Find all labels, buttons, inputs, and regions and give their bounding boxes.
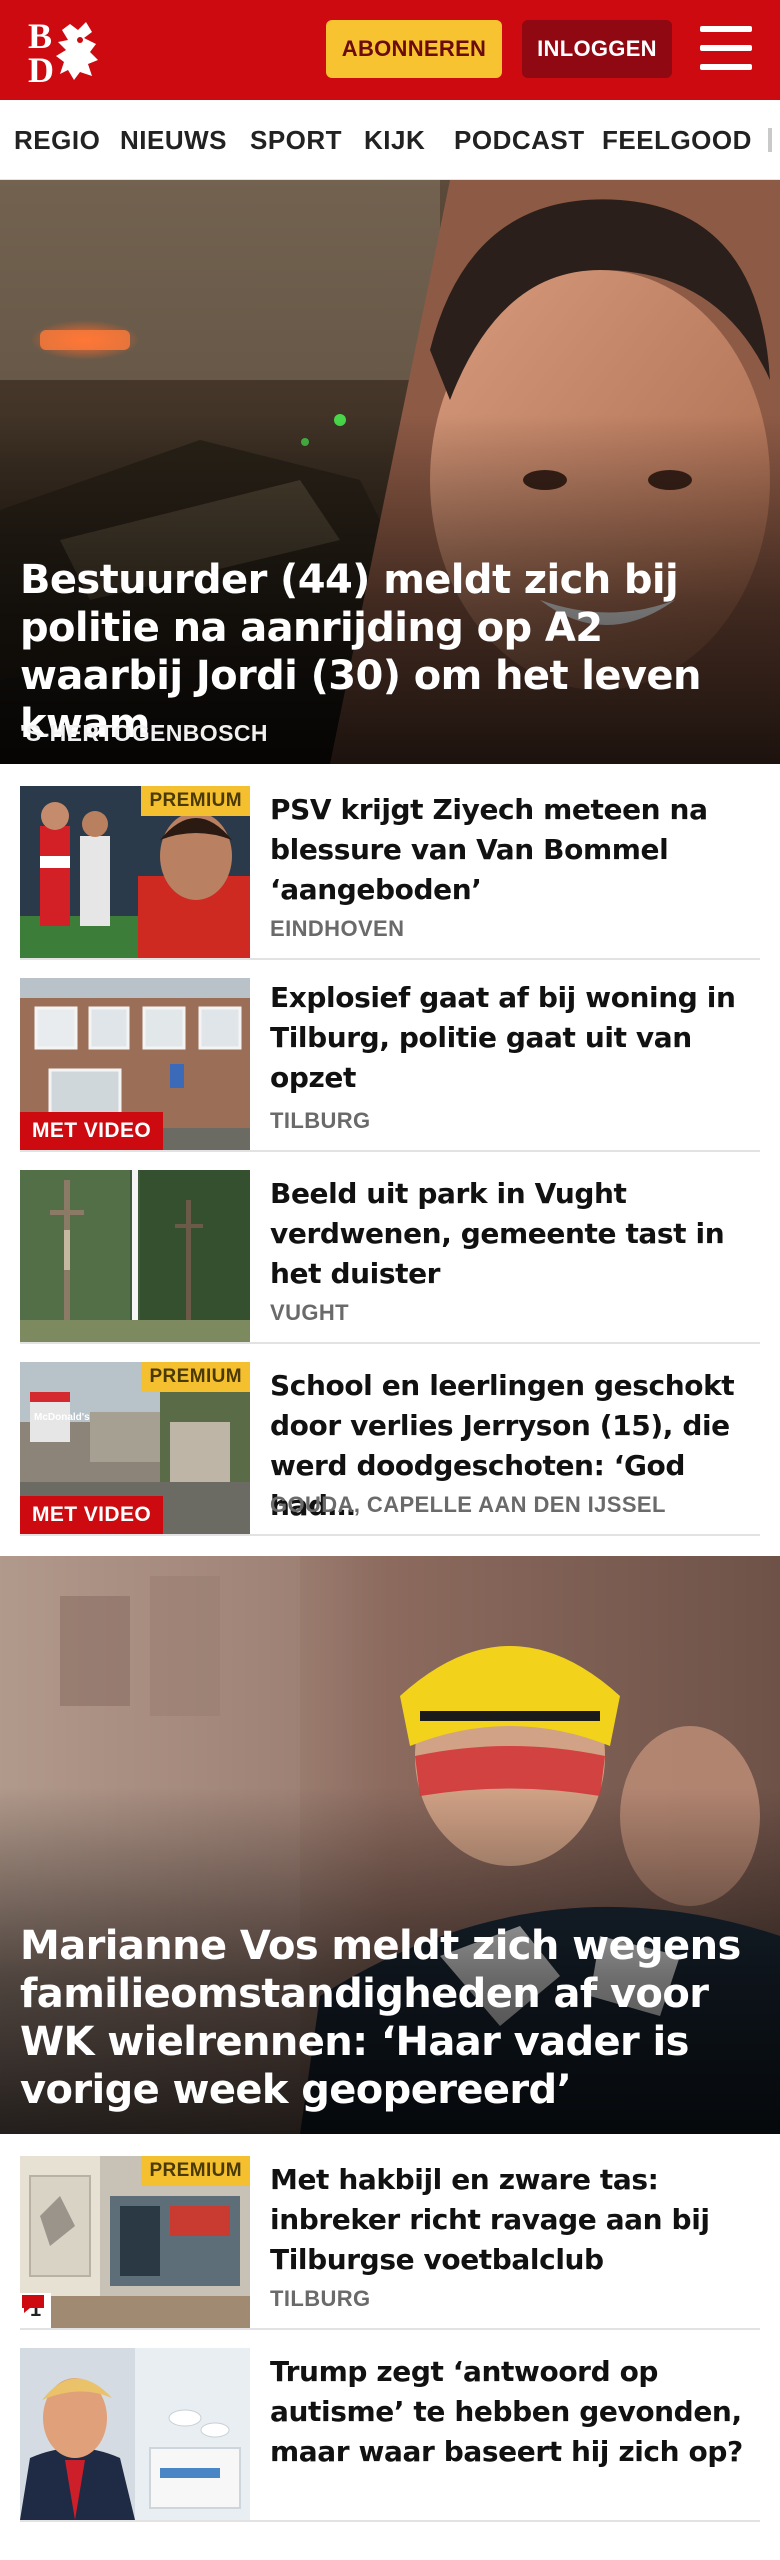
article-card[interactable]: McDonald's PREMIUM MET VIDEO School en l…: [20, 1362, 760, 1536]
nav-item-nieuws[interactable]: NIEUWS: [120, 100, 227, 179]
premium-badge: PREMIUM: [141, 786, 250, 816]
article-title[interactable]: Trump zegt ‘antwoord op autisme’ te hebb…: [270, 2352, 760, 2472]
nav-item-podcast[interactable]: PODCAST: [454, 100, 585, 179]
speech-bubble-icon: [22, 2295, 44, 2313]
nav-item-regio[interactable]: REGIO: [14, 100, 100, 179]
article-title[interactable]: Explosief gaat af bij woning in Tilburg,…: [270, 978, 760, 1098]
house-facade-image: MET VIDEO: [20, 978, 250, 1150]
article-card[interactable]: PREMIUM 1 Met hakbijl en zware tas: inbr…: [20, 2156, 760, 2330]
nav-item-sport[interactable]: SPORT: [250, 100, 342, 179]
comment-count[interactable]: 1: [20, 2293, 52, 2328]
hero-article-1[interactable]: Bestuurder (44) meldt zich bij politie n…: [0, 180, 780, 764]
street-scene-image: McDonald's PREMIUM MET VIDEO: [20, 1362, 250, 1534]
login-button[interactable]: INLOGGEN: [522, 20, 672, 78]
article-title[interactable]: Beeld uit park in Vught verdwenen, gemee…: [270, 1174, 760, 1294]
site-header: B D ABONNEREN INLOGGEN: [0, 0, 780, 100]
clubhouse-image: PREMIUM 1: [20, 2156, 250, 2328]
svg-text:D: D: [28, 50, 54, 84]
article-title[interactable]: Met hakbijl en zware tas: inbreker richt…: [270, 2160, 760, 2280]
nav-item-feelgood[interactable]: FEELGOOD: [602, 100, 752, 179]
article-location: GOUDA, CAPELLE AAN DEN IJSSEL: [270, 1492, 666, 1517]
menu-icon[interactable]: [700, 24, 752, 72]
article-location: VUGHT: [270, 1300, 349, 1325]
video-badge: MET VIDEO: [20, 1496, 164, 1534]
subscribe-button[interactable]: ABONNEREN: [326, 20, 502, 78]
hero-location: 'S-HERTOGENBOSCH: [20, 720, 268, 746]
article-location: TILBURG: [270, 1108, 371, 1133]
article-title[interactable]: PSV krijgt Ziyech meteen na blessure van…: [270, 790, 760, 910]
svg-text:McDonald's: McDonald's: [34, 1412, 90, 1423]
hero-headline[interactable]: Marianne Vos meldt zich wegens familieom…: [20, 1922, 760, 2114]
park-statue-image: [20, 1170, 250, 1342]
premium-badge: PREMIUM: [141, 2156, 250, 2186]
article-location: EINDHOVEN: [270, 916, 405, 941]
article-card[interactable]: Trump zegt ‘antwoord op autisme’ te hebb…: [20, 2348, 760, 2522]
article-card[interactable]: PREMIUM PSV krijgt Ziyech meteen na bles…: [20, 786, 760, 960]
section-nav: REGIO NIEUWS SPORT KIJK PODCAST FEELGOOD: [0, 100, 780, 180]
article-card[interactable]: Beeld uit park in Vught verdwenen, gemee…: [20, 1170, 760, 1344]
article-location: TILBURG: [270, 2286, 371, 2311]
bd-logo[interactable]: B D: [26, 16, 118, 90]
hero-article-2[interactable]: Marianne Vos meldt zich wegens familieom…: [0, 1556, 780, 2134]
video-badge: MET VIDEO: [20, 1112, 164, 1150]
premium-badge: PREMIUM: [141, 1362, 250, 1392]
politician-pills-image: [20, 2348, 250, 2520]
nav-overflow-indicator[interactable]: [768, 128, 772, 152]
article-card[interactable]: MET VIDEO Explosief gaat af bij woning i…: [20, 978, 760, 1152]
football-players-image: PREMIUM: [20, 786, 250, 958]
nav-item-kijk[interactable]: KIJK: [364, 100, 425, 179]
